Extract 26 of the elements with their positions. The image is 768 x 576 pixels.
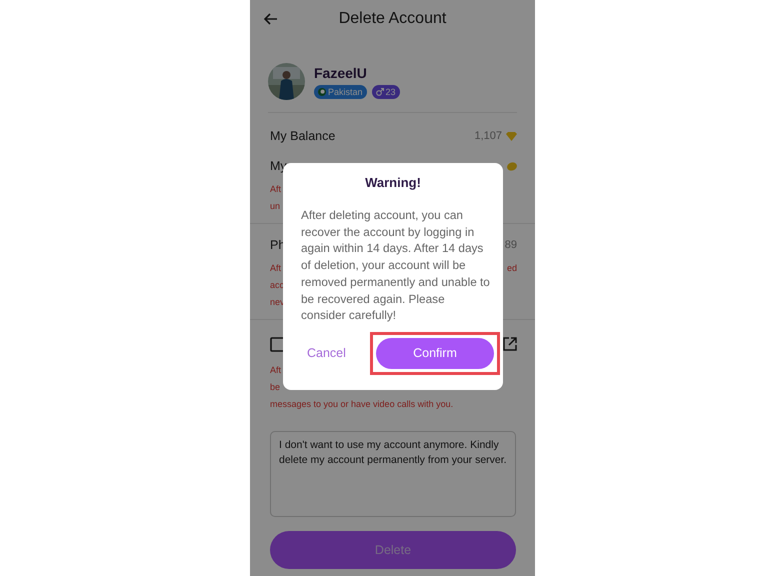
notice-text: Aft bbox=[270, 364, 282, 377]
notice-text: Aft bbox=[270, 262, 282, 275]
back-arrow-icon[interactable] bbox=[264, 13, 278, 25]
notice-text: Aft bbox=[270, 183, 282, 196]
notice-text: be bbox=[270, 381, 280, 394]
coin-icon bbox=[507, 162, 517, 170]
age-badge: 23 bbox=[372, 84, 400, 98]
notice-text: ed bbox=[506, 262, 517, 275]
row-label: My Balance bbox=[270, 129, 336, 143]
cancel-button[interactable]: Cancel bbox=[295, 340, 358, 366]
warning-message: After deleting account, you can recover the account by logging in again within 14 days. After 14 days of deletion, your account will be removed permanently and unable to be recovered again. Please consider carefully! bbox=[301, 207, 491, 324]
dialog-title: Warning! bbox=[364, 175, 422, 190]
balance-value: 1,107 bbox=[474, 130, 502, 142]
notice-text: messages to you or have video calls with you. bbox=[270, 398, 454, 411]
confirm-button[interactable]: Confirm bbox=[376, 338, 494, 369]
country-badge: Pakistan bbox=[314, 84, 367, 98]
notice-text: un bbox=[270, 200, 280, 213]
reason-field[interactable]: I don't want to use my account anymore. Kindly delete my account permanently from your server. bbox=[270, 431, 516, 517]
male-icon bbox=[376, 88, 384, 96]
diamond-icon bbox=[506, 132, 517, 140]
page-title: Delete Account bbox=[338, 10, 446, 28]
notice-text: acc bbox=[270, 279, 284, 292]
external-link-icon[interactable] bbox=[503, 337, 517, 351]
row-value: 89 bbox=[504, 239, 517, 251]
user-name: FazeelU bbox=[314, 64, 368, 80]
flag-icon bbox=[318, 88, 326, 96]
